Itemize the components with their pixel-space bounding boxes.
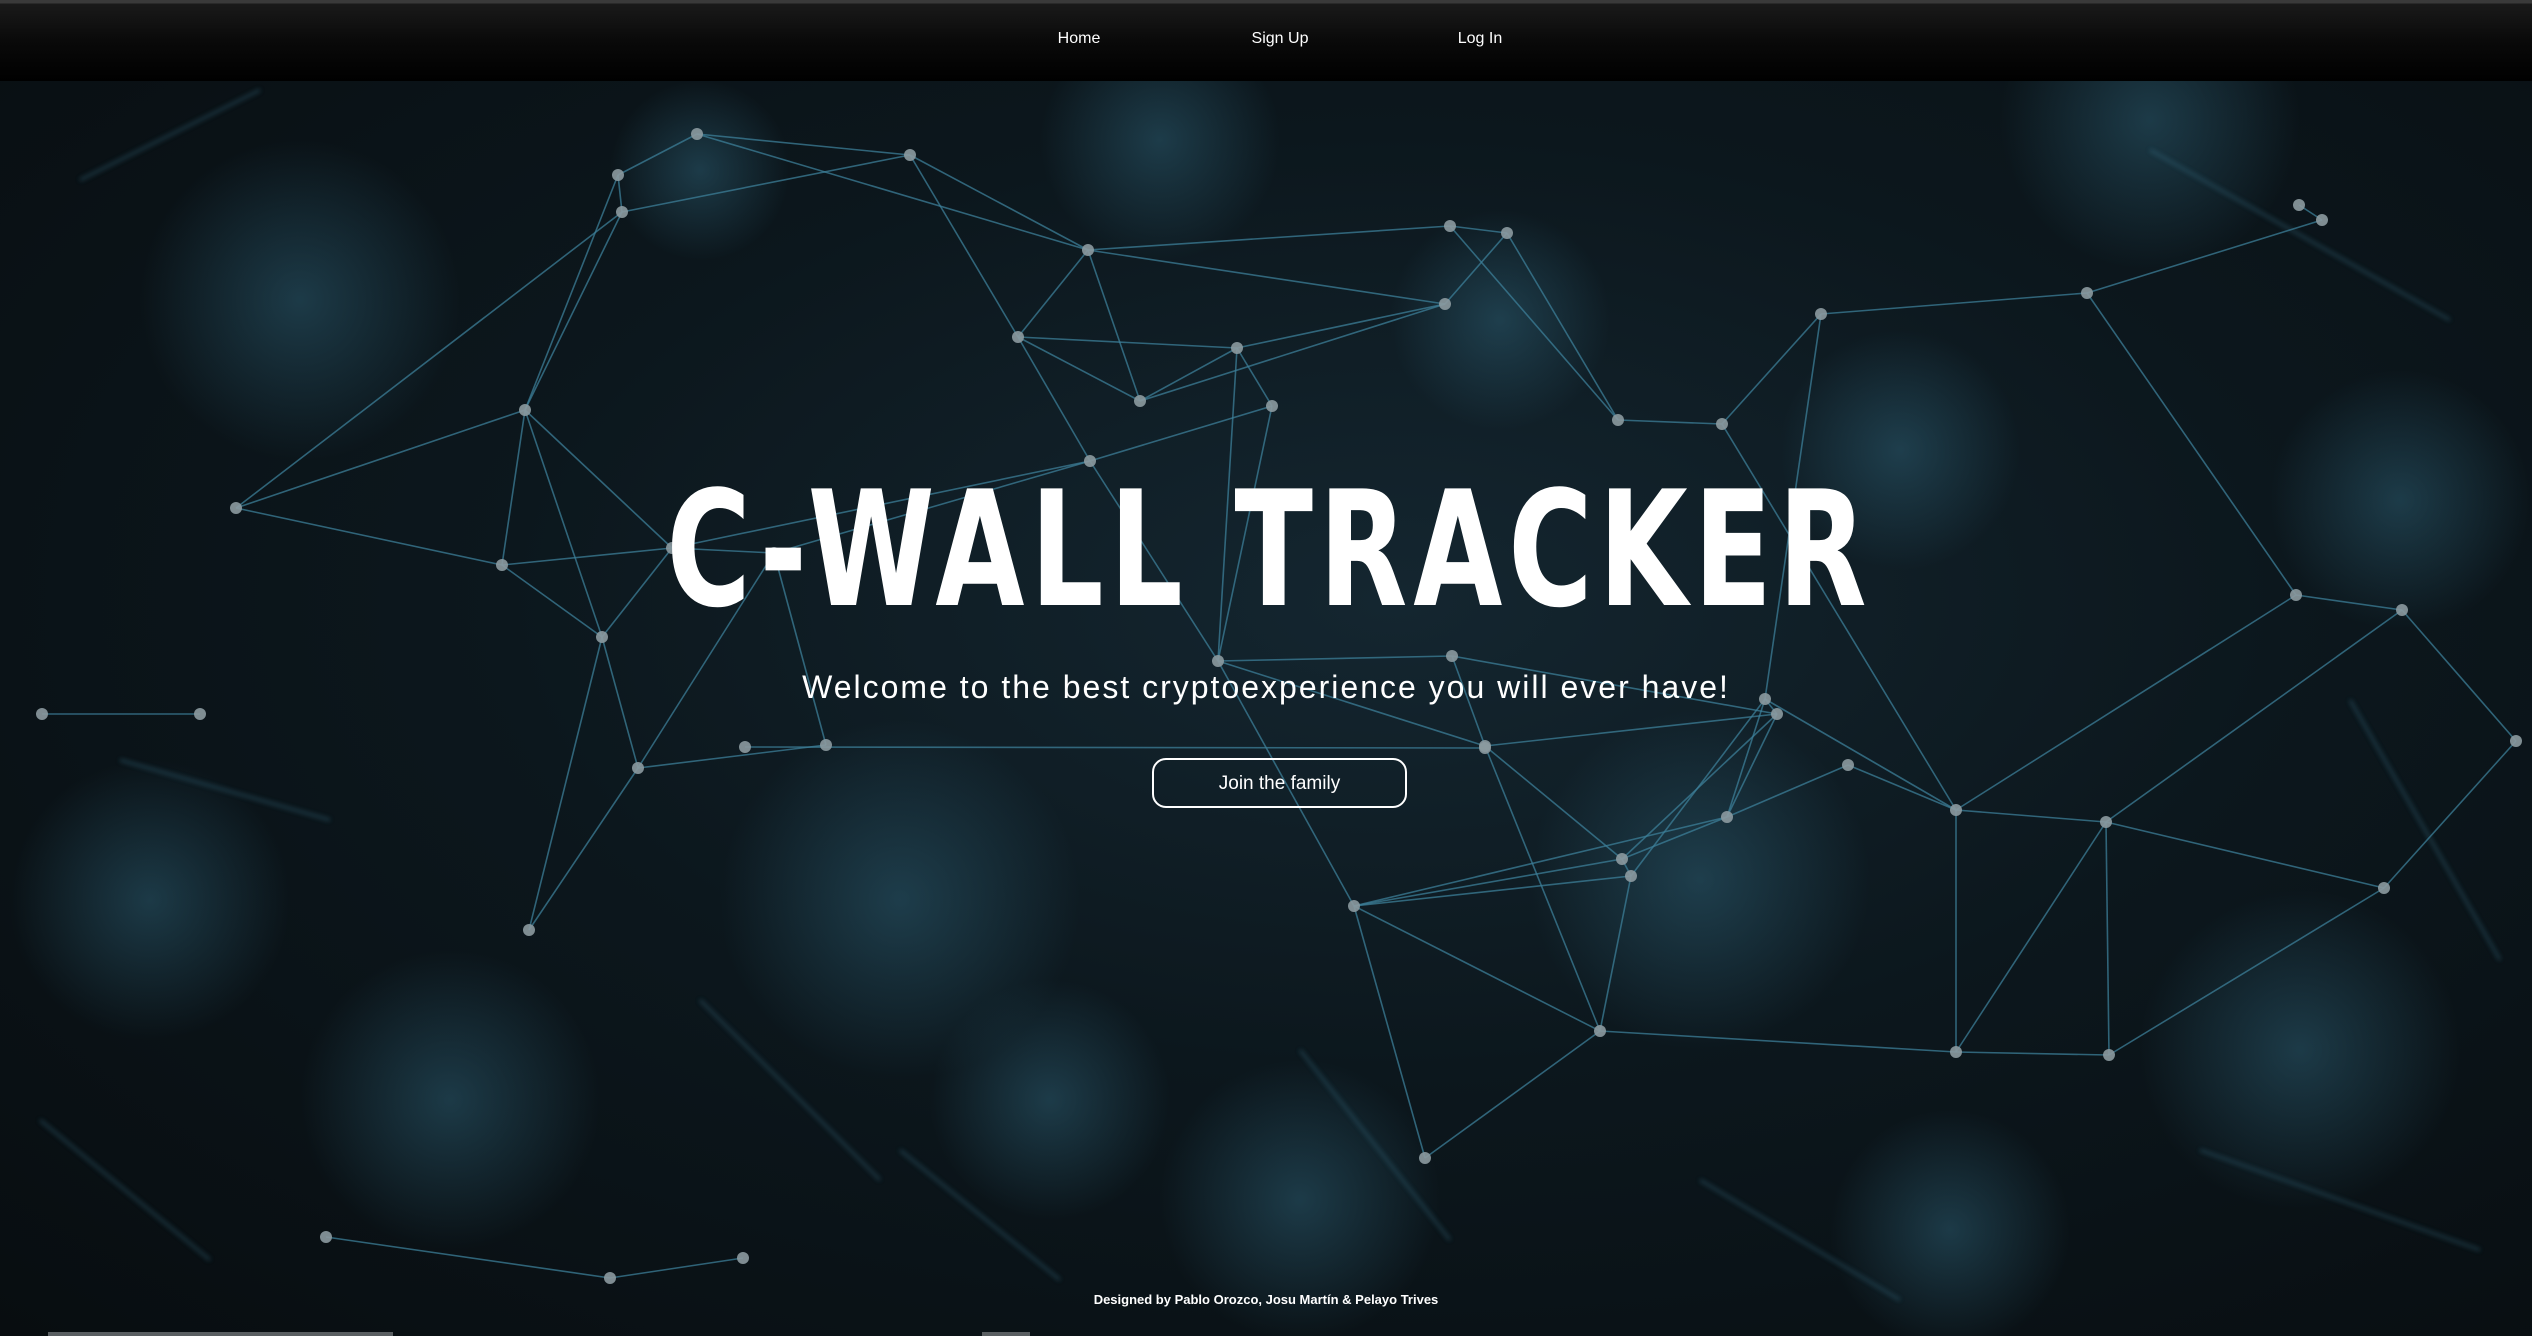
network-node [1479,742,1491,754]
network-node [1444,220,1456,232]
network-node [36,708,48,720]
network-link [524,211,623,411]
background-glow [300,950,600,1250]
network-node [1012,331,1024,343]
background-glow [610,81,790,260]
background-glow [1530,710,1870,1050]
network-node [2510,735,2522,747]
nav-home-link[interactable]: Home [1058,30,1101,48]
network-node [1950,1046,1962,1058]
background-glow [2270,370,2530,630]
network-node [1771,708,1783,720]
footer-credit: Designed by Pablo Orozco, Josu Martín & … [1093,1292,1439,1307]
network-link [1955,1051,2110,1056]
network-link [1820,292,2088,315]
top-nav-bar: Home Sign Up Log In [0,0,2532,81]
network-node [739,741,751,753]
network-node [230,502,242,514]
network-node [1348,900,1360,912]
network-node [691,128,703,140]
network-node [194,708,206,720]
network-link [1236,347,1273,407]
network-node [1266,400,1278,412]
scrollbar-thumb[interactable] [48,1332,393,1336]
network-background-image [10,81,2530,1336]
network-node [1082,244,1094,256]
background-link [39,1118,211,1262]
network-node [2396,604,2408,616]
network-link [909,154,1019,338]
network-link [609,1257,744,1279]
join-the-family-button[interactable]: Join the family [1152,758,1407,808]
network-node [1594,1025,1606,1037]
network-node [1842,759,1854,771]
network-node [519,404,531,416]
network-node [1419,1152,1431,1164]
network-node [1950,804,1962,816]
network-link [1089,405,1273,462]
network-node [1212,655,1224,667]
network-node [2378,882,2390,894]
background-glow [1390,210,1610,430]
network-link [1955,821,2107,1053]
network-link [2383,740,2517,889]
network-node [1716,418,1728,430]
network-node [1625,870,1637,882]
hero-title: C-WALL TRACKER [666,456,1873,643]
network-node [2293,199,2305,211]
network-link [1217,655,1453,662]
network-node [1721,811,1733,823]
network-link [524,174,619,411]
network-node [596,631,608,643]
network-node [2100,816,2112,828]
background-glow [10,760,290,1040]
network-node [1612,414,1624,426]
network-node [1439,298,1451,310]
nav-sign-up-link[interactable]: Sign Up [1252,30,1309,48]
network-link [1017,336,1238,349]
network-node [612,169,624,181]
network-node [1815,308,1827,320]
network-node [2103,1049,2115,1061]
network-node [737,1252,749,1264]
network-node [604,1272,616,1284]
network-node [2081,287,2093,299]
network-node [1231,342,1243,354]
network-link [1017,249,1089,338]
network-node [1134,395,1146,407]
network-node [1501,227,1513,239]
network-link [1424,1030,1601,1159]
network-link [528,767,639,931]
network-node [616,206,628,218]
nav-log-in-link[interactable]: Log In [1458,30,1502,48]
network-node [1616,853,1628,865]
network-node [904,149,916,161]
network-link [2105,821,2110,1056]
network-link [744,746,1486,749]
network-link [1617,419,1723,425]
background-glow [930,980,1170,1220]
main-nav: Home Sign Up Log In [0,30,2532,54]
network-link [2105,821,2385,889]
network-node [632,762,644,774]
network-node [1446,650,1458,662]
background-glow [2140,890,2460,1210]
network-node [320,1231,332,1243]
hero-subtitle: Welcome to the best cryptoexperience you… [802,669,1730,705]
network-node [820,739,832,751]
network-link [1087,249,1446,305]
network-link [1847,764,1957,811]
network-link [1955,809,2107,823]
network-node [2316,214,2328,226]
background-glow [140,140,460,460]
page: Home Sign Up Log In C-WALL TRACKER Welco… [0,0,2532,1336]
network-node [2290,589,2302,601]
scrollbar-marker [982,1332,1030,1336]
network-node [523,924,535,936]
background-glow [1040,81,1280,260]
